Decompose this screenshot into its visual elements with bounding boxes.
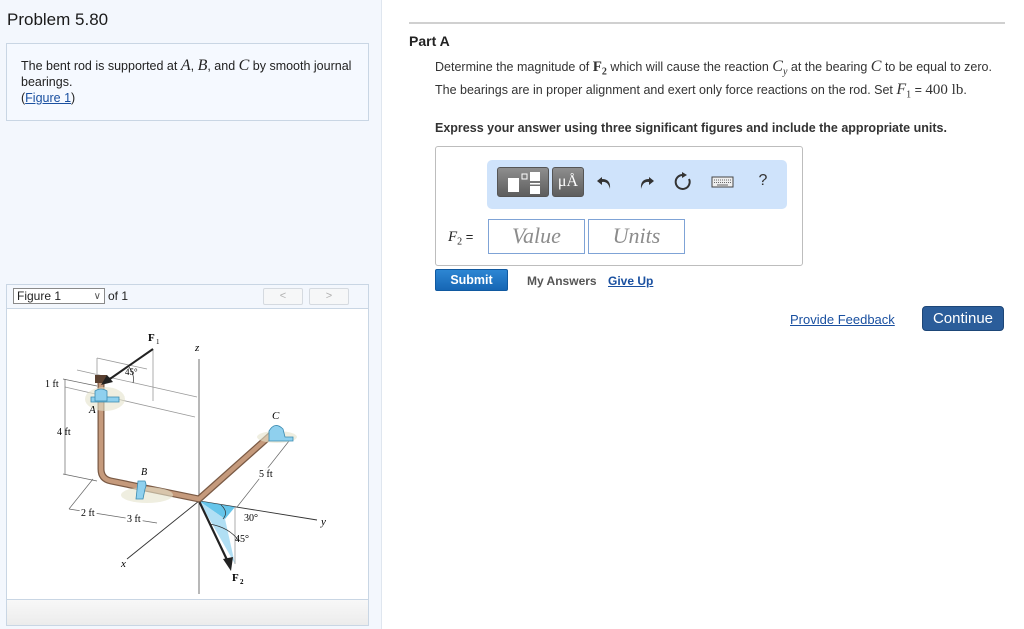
given-value: 400 lb (925, 81, 964, 98)
keyboard-icon (711, 176, 734, 188)
angle-45-bottom: 45° (235, 534, 249, 545)
reference-line (96, 357, 148, 370)
rod-outline (97, 379, 275, 503)
x-axis (126, 500, 200, 560)
z-axis-label: z (194, 342, 200, 354)
dim-1ft: 1 ft (45, 379, 59, 390)
var-c: C (238, 57, 250, 74)
undo-button[interactable] (596, 172, 616, 197)
dimension-line (62, 378, 98, 387)
reset-icon (674, 172, 691, 190)
value-input[interactable]: Value (488, 219, 585, 254)
answer-eq: = (462, 229, 474, 244)
chevron-down-icon: ∨ (93, 291, 101, 302)
angle-45-top: 45° (125, 367, 138, 377)
bent-rod-diagram: z y x 1 ft 4 ft 2 ft 2 ft 3 ft 3 ft 5 ft… (45, 332, 326, 594)
provide-feedback-link[interactable]: Provide Feedback (790, 312, 895, 327)
var-f1: F (896, 80, 907, 98)
answer-variable-label: F2 = (448, 229, 473, 248)
question-segment: which will cause the reaction (606, 60, 773, 74)
f2-subscript: 2 (240, 578, 244, 586)
problem-title: Problem 5.80 (7, 10, 109, 29)
figure-header: Figure 1 ∨ of 1 < > (7, 285, 368, 309)
f2-arrowhead (223, 557, 233, 571)
figure-select[interactable]: Figure 1 ∨ (13, 288, 105, 304)
reset-button[interactable] (673, 172, 693, 197)
give-up-link[interactable]: Give Up (608, 274, 653, 288)
dimension-line (68, 478, 94, 510)
f2-label: F (232, 572, 239, 584)
math-toolbar: μÅ ? (487, 160, 787, 209)
var-cy: C (772, 58, 783, 75)
question-segment: . (963, 82, 967, 97)
f1-label: F (148, 332, 155, 344)
dim-2ft: 2 ft (81, 508, 95, 519)
y-axis-label: y (320, 516, 326, 528)
figure-link[interactable]: Figure 1 (25, 91, 71, 105)
label-a: A (88, 404, 96, 416)
question-segment: = (911, 82, 926, 97)
dim-3ft: 3 ft (127, 514, 141, 525)
prev-figure-button[interactable]: < (263, 288, 303, 305)
label-c: C (272, 410, 280, 422)
dim-5ft: 5 ft (259, 469, 273, 480)
figure-select-value: Figure 1 (17, 289, 62, 303)
statement-sep: , and (207, 59, 239, 73)
figure-footer (7, 599, 368, 625)
angle-30: 30° (244, 513, 258, 524)
bearing-a-top (94, 388, 108, 402)
units-input[interactable]: Units (588, 219, 685, 254)
f1-subscript: 1 (156, 338, 160, 346)
figure-panel: Figure 1 ∨ of 1 < > z y x 1 ft 4 ft 2 ft… (6, 284, 369, 626)
submit-button[interactable]: Submit (435, 269, 508, 291)
units-button[interactable]: μÅ (552, 167, 584, 197)
figure-count: of 1 (108, 289, 129, 303)
question-segment: at the bearing (787, 60, 871, 74)
dim-4ft: 4 ft (57, 427, 71, 438)
paren-close: ) (71, 91, 76, 105)
part-title: Part A (409, 33, 450, 49)
answer-instruction: Express your answer using three signific… (435, 121, 947, 135)
var-f2: F (592, 59, 602, 75)
statement-text: The bent rod is supported at (21, 59, 181, 73)
next-figure-button[interactable]: > (309, 288, 349, 305)
answer-var: F (448, 229, 458, 245)
templates-icon (508, 172, 540, 194)
bearing-shadow (121, 487, 173, 503)
x-axis-label: x (120, 558, 126, 570)
templates-button[interactable] (497, 167, 549, 197)
keyboard-button[interactable] (711, 172, 735, 197)
statement-sep: , (190, 59, 198, 73)
undo-icon (597, 177, 611, 189)
divider (409, 22, 1005, 24)
var-b: B (197, 57, 208, 74)
redo-icon (640, 177, 654, 189)
continue-button[interactable]: Continue (922, 306, 1004, 331)
reference-line (64, 386, 196, 418)
label-b: B (141, 467, 147, 478)
my-answers-link[interactable]: My Answers (527, 274, 597, 288)
question-text: Determine the magnitude of F2 which will… (435, 58, 1005, 103)
help-button[interactable]: ? (753, 172, 773, 190)
question-pane: Part A Determine the magnitude of F2 whi… (383, 0, 1024, 629)
redo-button[interactable] (635, 172, 655, 197)
question-segment: Determine the magnitude of (435, 60, 593, 74)
problem-pane: Problem 5.80 The bent rod is supported a… (0, 0, 382, 629)
problem-statement: The bent rod is supported at A, B, and C… (6, 43, 369, 121)
var-a: A (180, 57, 191, 74)
answer-box: μÅ ? F2 = Value Units (435, 146, 803, 266)
figure-image: z y x 1 ft 4 ft 2 ft 2 ft 3 ft 3 ft 5 ft… (7, 309, 368, 599)
var-c: C (870, 58, 882, 75)
